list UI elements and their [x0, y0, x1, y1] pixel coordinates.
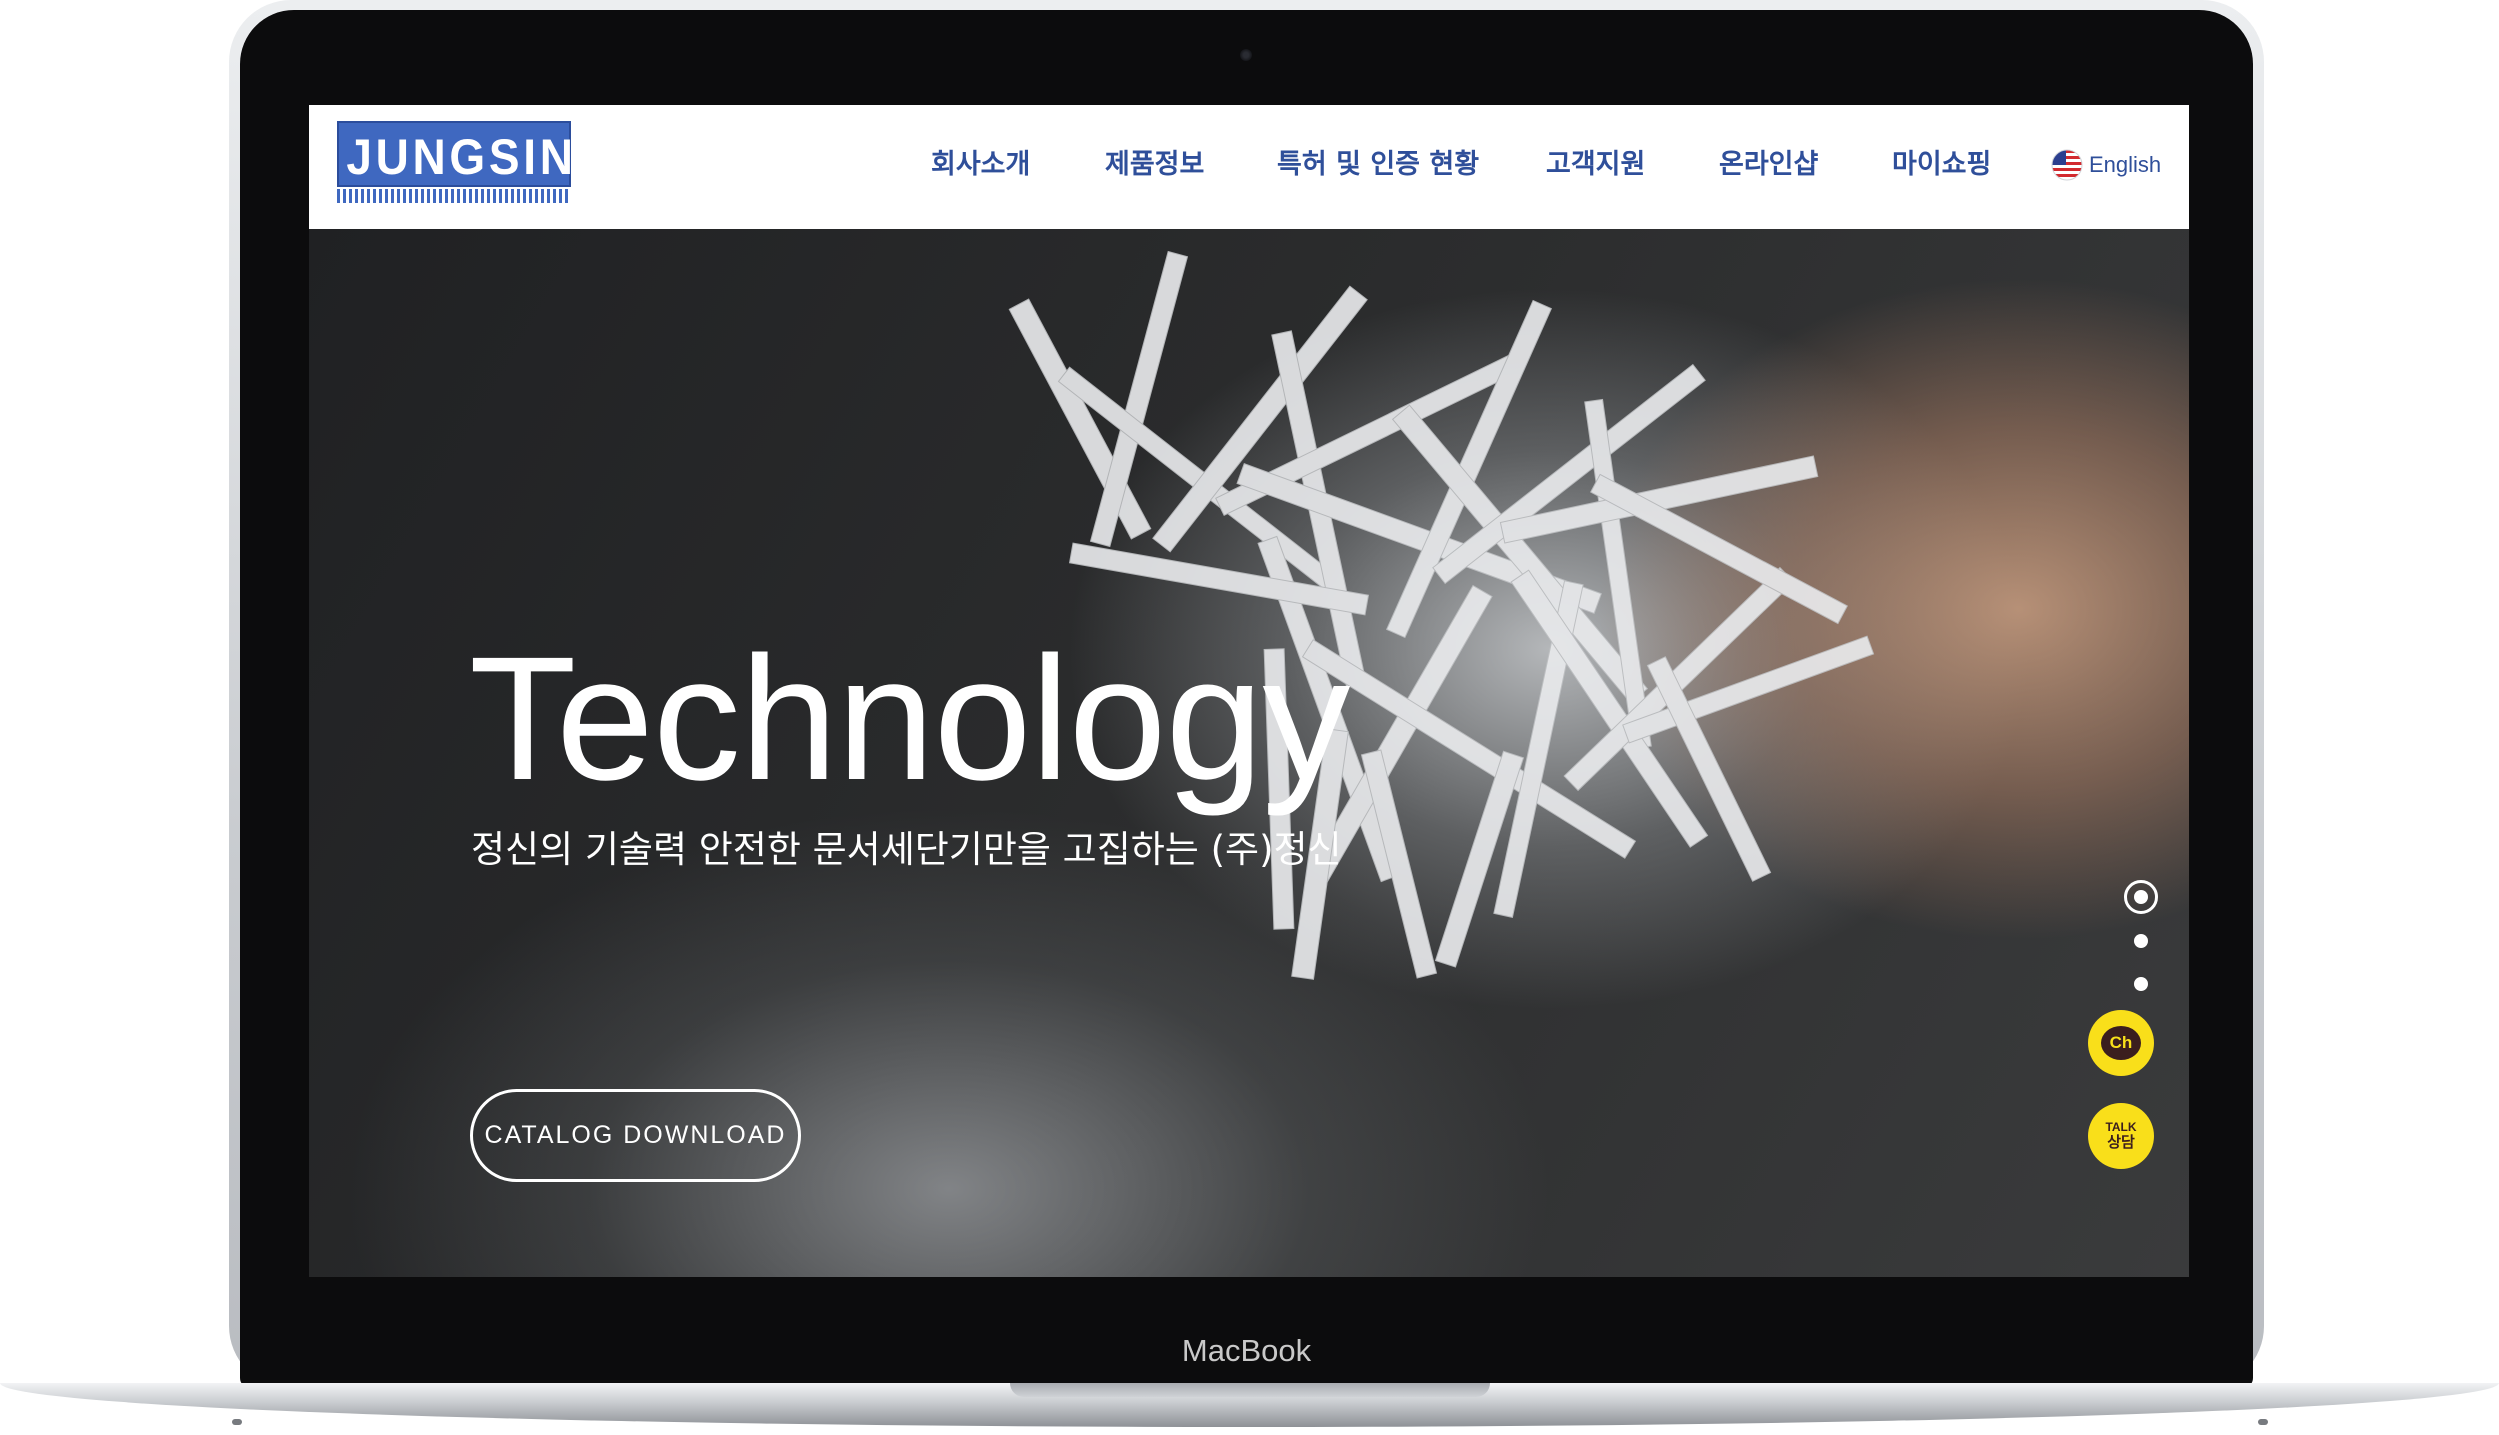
nav-item-my-shopping[interactable]: 마이쇼핑 — [1892, 145, 1991, 185]
language-switch[interactable]: English — [2051, 145, 2161, 185]
laptop-foot-left — [232, 1419, 242, 1425]
slide-dot-3[interactable] — [2134, 977, 2148, 991]
language-label: English — [2089, 152, 2162, 177]
kakao-talk-label-line1: TALK — [2105, 1120, 2137, 1134]
nav-item-products[interactable]: 제품정보 — [1105, 145, 1204, 185]
slide-dot-2[interactable] — [2134, 934, 2148, 948]
nav-item-patents[interactable]: 특허 및 인증 현황 — [1277, 145, 1479, 185]
laptop-notch — [1010, 1383, 1490, 1397]
laptop-foot-right — [2258, 1419, 2268, 1425]
slide-dot-1-center — [2134, 890, 2148, 904]
site-header: JUNGSIN 회사소개 제품정보 특허 및 인증 현황 고객지원 온라인샵 마… — [309, 105, 2189, 229]
nav-item-company[interactable]: 회사소개 — [931, 145, 1030, 185]
us-flag-icon — [2051, 149, 2083, 181]
hero-subtitle: 정신의 기술력 안전한 문서세단기만을 고집하는 (주)정신 — [471, 828, 1342, 871]
kakao-channel-icon: Ch — [2101, 1026, 2141, 1060]
nav-item-support[interactable]: 고객지원 — [1546, 145, 1645, 185]
main-nav: 회사소개 제품정보 특허 및 인증 현황 고객지원 온라인샵 마이쇼핑 Engl… — [309, 105, 2189, 229]
catalog-download-button[interactable]: CATALOG DOWNLOAD — [470, 1089, 801, 1182]
kakao-talk-label-line2: 상담 — [2107, 1134, 2135, 1151]
laptop-screen: Technology 정신의 기술력 안전한 문서세단기만을 고집하는 (주)정… — [309, 105, 2189, 1277]
kakao-talk-button[interactable]: TALK 상담 — [2088, 1103, 2154, 1169]
macbook-label: MacBook — [1181, 1333, 1312, 1368]
hero-title: Technology — [469, 621, 1350, 817]
hero-banner: Technology 정신의 기술력 안전한 문서세단기만을 고집하는 (주)정… — [309, 229, 2189, 1277]
webcam-icon — [1240, 49, 1252, 61]
kakao-talk-label: TALK 상담 — [2105, 1120, 2136, 1152]
kakao-channel-button[interactable]: Ch — [2088, 1010, 2154, 1076]
nav-item-online-shop[interactable]: 온라인샵 — [1719, 145, 1818, 185]
